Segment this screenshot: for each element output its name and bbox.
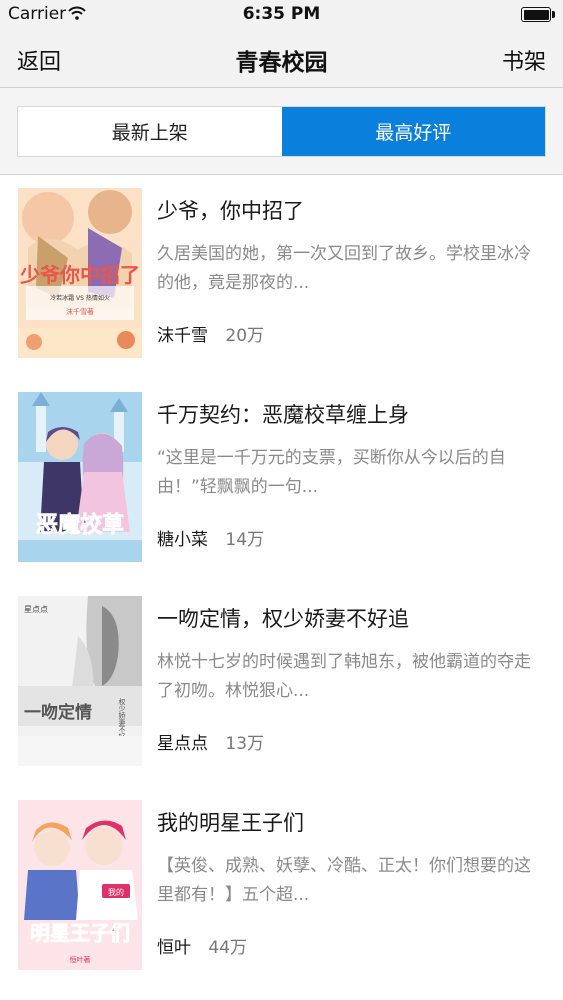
navigation-bar: 返回 青春校园 书架 (0, 30, 563, 88)
book-cover: 我的 明星王子们 恒叶著 (18, 800, 142, 970)
status-bar: Carrier 6:35 PM (0, 0, 563, 30)
book-cover: 少爷你中招了 冷若冰霜 VS 热情如火 沫千雪著 (18, 188, 142, 358)
book-read-count: 13万 (225, 734, 265, 754)
book-description: 久居美国的她，第一次又回到了故乡。学校里冰冷的他，竟是那夜的... (157, 244, 531, 293)
book-meta: 星点点 13万 (157, 729, 264, 754)
book-cover-art: 恶魔校草 (18, 392, 142, 562)
segment-top-rated[interactable]: 最高好评 (281, 107, 545, 156)
book-list: 少爷你中招了 冷若冰霜 VS 热情如火 沫千雪著 少爷，你中招了 久居美国的她，… (0, 176, 563, 992)
sort-segmented-control: 最新上架 最高好评 (17, 106, 546, 157)
book-item[interactable]: 少爷你中招了 冷若冰霜 VS 热情如火 沫千雪著 少爷，你中招了 久居美国的她，… (0, 176, 563, 380)
book-item[interactable]: 恶魔校草 千万契约：恶魔校草缠上身 “这里是一千万元的支票，买断你从今以后的自由… (0, 380, 563, 584)
book-item[interactable]: 星点点 一吻定情 权少娇妻不好追 一吻定情，权少娇妻不好追 林悦十七岁的时候遇到… (0, 584, 563, 788)
cover-title-text: 少爷你中招了 (19, 263, 140, 287)
segment-newest[interactable]: 最新上架 (18, 107, 282, 156)
book-cover-art: 我的 明星王子们 恒叶著 (18, 800, 142, 970)
cover-top-line: 冷若冰霜 VS 热情如火 (50, 294, 110, 302)
book-title: 少爷，你中招了 (157, 199, 304, 223)
book-item[interactable]: 我的 明星王子们 恒叶著 我的明星王子们 【英俊、成熟、妖孽、冷酷、正太！你们想… (0, 788, 563, 992)
cover-title-text: 恶魔校草 (36, 512, 124, 538)
book-description: 【英俊、成熟、妖孽、冷酷、正太！你们想要的这里都有！】五个超... (157, 856, 531, 905)
cover-author-text: 沫千雪著 (66, 307, 94, 316)
book-read-count: 20万 (225, 326, 265, 346)
status-time: 6:35 PM (242, 4, 321, 24)
cover-author-text: 恒叶著 (70, 955, 91, 964)
book-cover: 恶魔校草 (18, 392, 142, 562)
battery-icon (521, 7, 551, 22)
book-title: 一吻定情，权少娇妻不好追 (157, 607, 409, 631)
cover-title-text: 一吻定情 (24, 702, 92, 723)
book-description: 林悦十七岁的时候遇到了韩旭东，被他霸道的夺走了初吻。林悦狠心... (157, 652, 531, 701)
book-cover-art: 少爷你中招了 冷若冰霜 VS 热情如火 沫千雪著 (18, 188, 142, 358)
book-read-count: 44万 (208, 938, 248, 958)
book-author: 恒叶 (157, 938, 191, 958)
cover-publisher-text: 星点点 (24, 605, 48, 614)
book-author: 糖小菜 (157, 530, 208, 550)
book-author: 沫千雪 (157, 326, 208, 346)
bookshelf-button[interactable]: 书架 (502, 44, 546, 76)
segment-area: 最新上架 最高好评 (0, 88, 563, 175)
book-read-count: 14万 (225, 530, 265, 550)
cover-title-text: 明星王子们 (30, 921, 130, 945)
book-cover: 星点点 一吻定情 权少娇妻不好追 (18, 596, 142, 766)
book-description: “这里是一千万元的支票，买断你从今以后的自由！”轻飘飘的一句... (157, 448, 506, 497)
book-title: 千万契约：恶魔校草缠上身 (157, 403, 409, 427)
book-cover-art: 星点点 一吻定情 权少娇妻不好追 (18, 596, 142, 766)
book-meta: 恒叶 44万 (157, 933, 247, 958)
battery-nub (552, 11, 555, 18)
cover-tag-text: 我的 (108, 887, 124, 897)
book-author: 星点点 (157, 734, 208, 754)
book-meta: 沫千雪 20万 (157, 321, 264, 346)
book-meta: 糖小菜 14万 (157, 525, 264, 550)
page-title: 青春校园 (235, 50, 328, 76)
book-title: 我的明星王子们 (157, 811, 304, 835)
